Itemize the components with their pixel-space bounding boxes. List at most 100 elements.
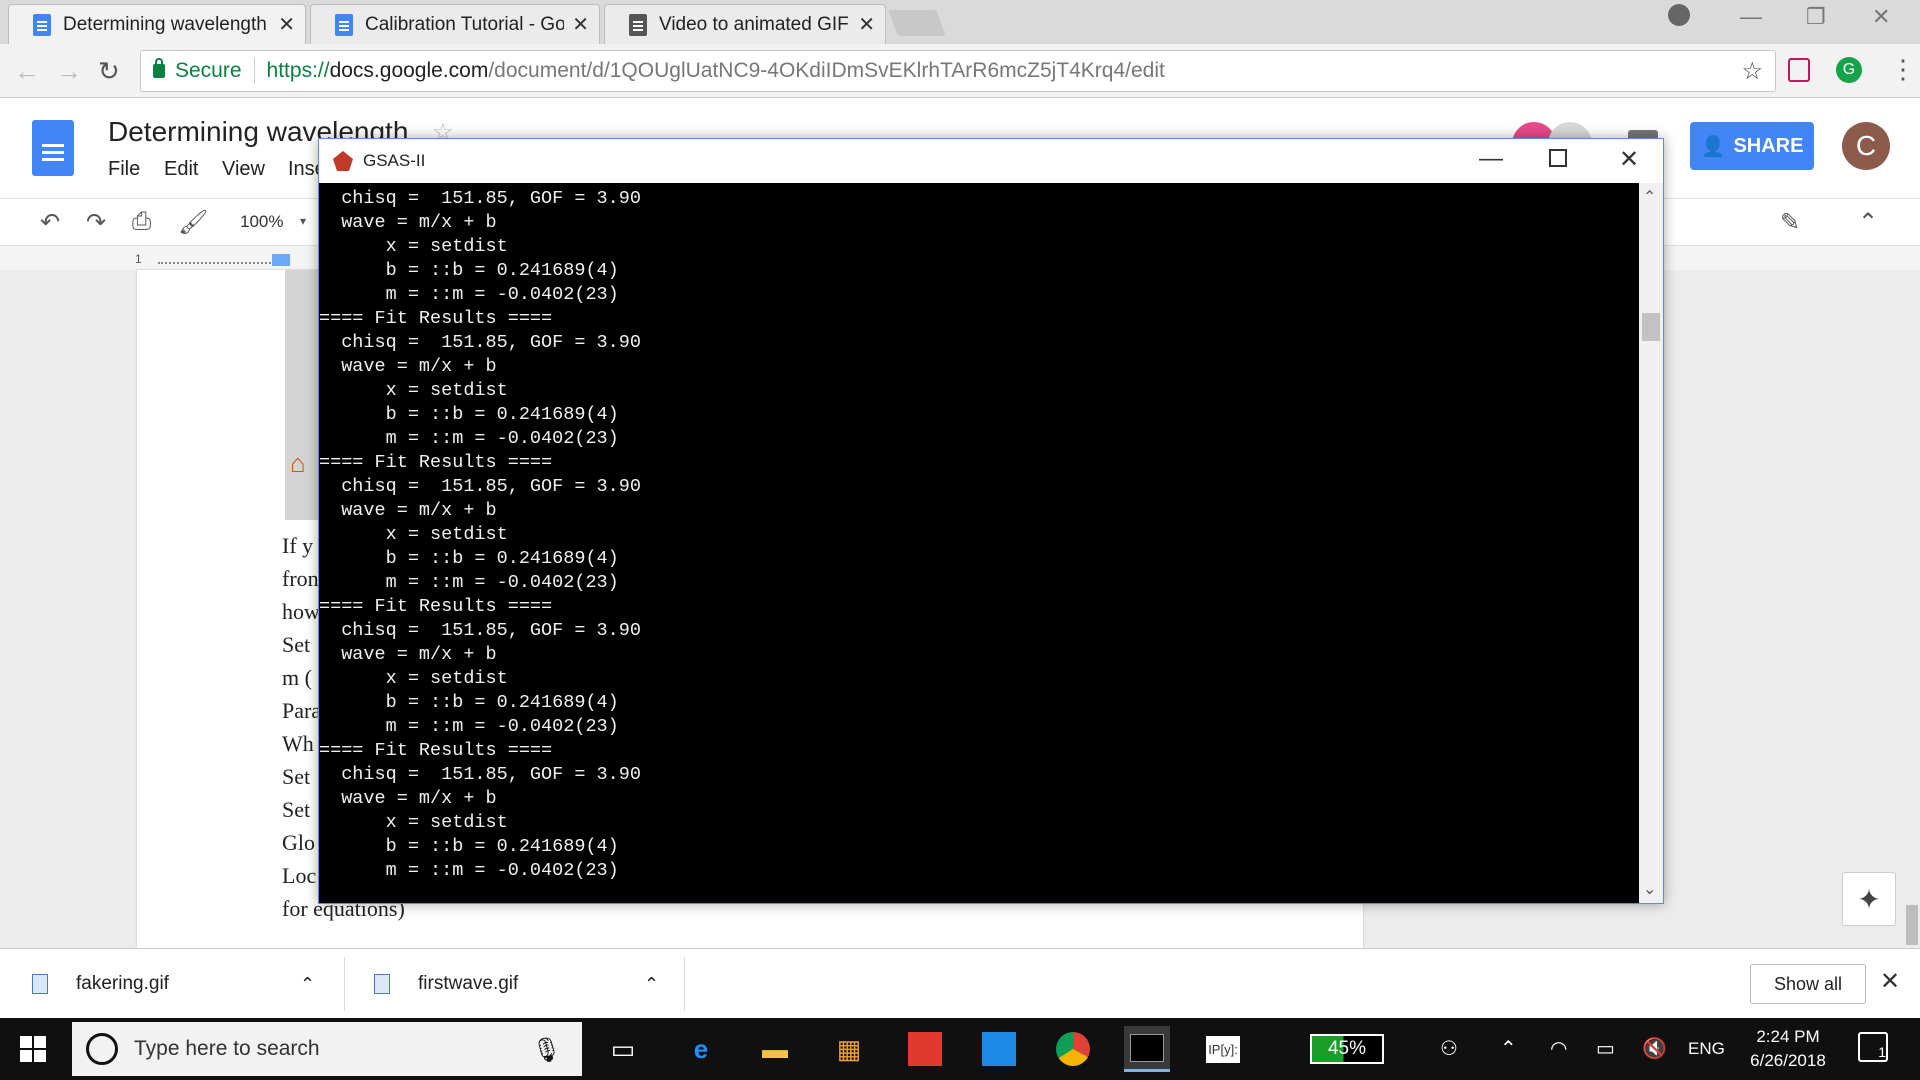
body-text-line: how: [282, 599, 320, 624]
explore-button[interactable]: ✦: [1842, 872, 1896, 926]
microphone-icon[interactable]: 🎙: [532, 1036, 562, 1065]
back-icon[interactable]: ←: [14, 56, 40, 87]
scroll-down-arrow-icon[interactable]: ⌄: [1643, 879, 1656, 899]
app-l-icon[interactable]: [976, 1026, 1022, 1072]
console-line: ==== Fit Results ====: [319, 452, 553, 473]
maximize-icon[interactable]: [1549, 149, 1567, 167]
print-icon[interactable]: ⎙: [132, 208, 151, 236]
command-prompt-icon[interactable]: [1124, 1026, 1170, 1072]
close-icon[interactable]: ✕: [572, 12, 589, 37]
share-label: SHARE: [1733, 134, 1804, 157]
restore-icon[interactable]: ❐: [1806, 4, 1826, 30]
tab-video-to-gif[interactable]: Video to animated GIF co ✕: [604, 4, 886, 44]
battery-indicator[interactable]: 45%: [1310, 1034, 1384, 1064]
menu-edit[interactable]: Edit: [164, 158, 198, 181]
close-icon[interactable]: ✕: [1619, 145, 1639, 174]
extension-pocket-icon[interactable]: [1788, 58, 1810, 82]
windows-start-icon[interactable]: [20, 1036, 48, 1064]
close-icon[interactable]: ✕: [858, 12, 875, 37]
logo-pane: [34, 1036, 46, 1048]
paint-format-icon[interactable]: 🖌: [178, 208, 208, 237]
app-tile: [982, 1032, 1016, 1066]
google-docs-logo-icon[interactable]: [32, 120, 74, 176]
forward-icon[interactable]: →: [56, 56, 82, 87]
ipython-icon[interactable]: IP[y]:: [1200, 1026, 1246, 1072]
people-icon[interactable]: ⚇: [1440, 1036, 1458, 1061]
wifi-icon[interactable]: ◠: [1550, 1036, 1567, 1061]
body-text-line: Wh: [282, 731, 314, 756]
console-line: chisq = 151.85, GOF = 3.90: [319, 764, 641, 785]
downloads-bar: fakering.gif ⌃ firstwave.gif ⌃ Show all …: [0, 948, 1920, 1018]
taskbar-search-input[interactable]: Type here to search 🎙: [72, 1022, 582, 1076]
extension-grammarly-icon[interactable]: G: [1836, 57, 1862, 83]
minimize-icon[interactable]: —: [1479, 145, 1503, 173]
close-icon[interactable]: ✕: [278, 12, 295, 37]
console-scrollbar[interactable]: ⌃ ⌄: [1639, 183, 1663, 903]
share-button[interactable]: 👤 SHARE: [1690, 122, 1814, 170]
page-scrollbar-thumb[interactable]: [1906, 905, 1918, 945]
battery-icon[interactable]: ▭: [1596, 1036, 1615, 1061]
minimize-icon[interactable]: —: [1740, 4, 1762, 30]
chevron-up-icon[interactable]: ⌃: [644, 974, 659, 995]
close-window-icon[interactable]: ✕: [1872, 4, 1890, 30]
volume-muted-icon[interactable]: 🔇: [1642, 1036, 1667, 1061]
window-titlebar[interactable]: GSAS-II: [319, 139, 1663, 183]
app-tile: [1130, 1033, 1164, 1062]
show-all-button[interactable]: Show all: [1750, 964, 1866, 1004]
address-input[interactable]: Secure https://docs.google.com/document/…: [140, 50, 1776, 92]
menu-file[interactable]: File: [108, 158, 140, 181]
body-text-line: If y: [282, 533, 314, 558]
notifications-icon[interactable]: 1: [1858, 1032, 1888, 1062]
console-line: wave = m/x + b: [319, 644, 497, 665]
console-line: chisq = 151.85, GOF = 3.90: [319, 332, 641, 353]
console-line: b = ::b = 0.241689(4): [319, 404, 619, 425]
body-text-line: Set: [282, 632, 311, 657]
download-item[interactable]: firstwave.gif ⌃: [374, 949, 674, 1019]
clock[interactable]: 2:24 PM 6/26/2018: [1738, 1025, 1838, 1073]
task-view-icon[interactable]: ▭: [600, 1026, 646, 1072]
console-line: m = ::m = -0.0402(23): [319, 428, 619, 449]
gsas-console-window[interactable]: GSAS-II — ✕ chisq = 151.85, GOF = 3.90 w…: [318, 138, 1664, 904]
chevron-up-icon[interactable]: ⌃: [300, 974, 315, 995]
download-item[interactable]: fakering.gif ⌃: [32, 949, 332, 1019]
file-explorer-icon[interactable]: ▬: [752, 1026, 798, 1072]
zoom-select[interactable]: 100%: [240, 212, 283, 232]
tab-calibration-tutorial[interactable]: Calibration Tutorial - Goo ✕: [310, 4, 600, 44]
new-tab-button[interactable]: [888, 10, 946, 36]
undo-icon[interactable]: ↶: [40, 208, 60, 237]
bookmark-star-icon[interactable]: ☆: [1741, 57, 1763, 86]
tab-determining-wavelength[interactable]: Determining wavelength ✕: [8, 4, 306, 44]
chrome-icon[interactable]: [1050, 1026, 1096, 1072]
store-icon[interactable]: ▦: [826, 1026, 872, 1072]
chevron-up-icon[interactable]: ⌃: [1500, 1036, 1517, 1061]
explore-icon: ✦: [1857, 883, 1881, 915]
chevron-down-icon[interactable]: ▾: [300, 214, 306, 228]
console-line: wave = m/x + b: [319, 212, 497, 233]
reload-icon[interactable]: ↻: [98, 56, 120, 87]
console-line: ==== Fit Results ====: [319, 308, 553, 329]
console-output[interactable]: chisq = 151.85, GOF = 3.90 wave = m/x + …: [319, 183, 1639, 903]
divider: [253, 58, 255, 84]
scrollbar-thumb[interactable]: [1642, 313, 1660, 341]
body-text-line: Loc: [282, 863, 317, 888]
collapse-chevron-up-icon[interactable]: ⌃: [1858, 208, 1878, 237]
body-text-line: Set: [282, 764, 311, 789]
menu-view[interactable]: View: [222, 158, 265, 181]
secure-indicator: Secure: [153, 58, 242, 83]
close-icon[interactable]: ✕: [1880, 967, 1900, 996]
console-line: wave = m/x + b: [319, 788, 497, 809]
body-text-line: m (: [282, 665, 312, 690]
profile-icon[interactable]: [1668, 4, 1690, 26]
body-text-line: Glo: [282, 830, 315, 855]
window-title: GSAS-II: [363, 151, 426, 170]
redo-icon[interactable]: ↷: [86, 208, 106, 237]
edge-browser-icon[interactable]: e: [678, 1026, 724, 1072]
editing-mode-pencil-icon[interactable]: ✎: [1780, 208, 1800, 237]
scroll-up-arrow-icon[interactable]: ⌃: [1643, 187, 1656, 207]
url-path: /document/d/1QOUglUatNC9-4OKdiIDmSvEKlrh…: [488, 59, 1165, 82]
chrome-menu-icon[interactable]: ⋮: [1890, 54, 1916, 85]
language-indicator[interactable]: ENG: [1688, 1039, 1725, 1059]
account-avatar[interactable]: C: [1842, 122, 1890, 170]
indent-marker[interactable]: [272, 254, 290, 266]
app-red-icon[interactable]: [902, 1026, 948, 1072]
